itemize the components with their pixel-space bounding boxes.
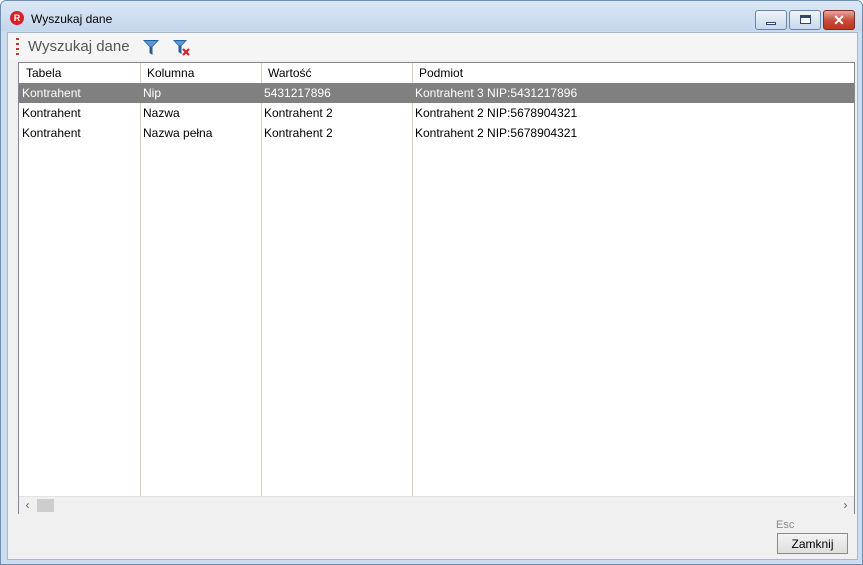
dialog-content: Wyszukaj dane Tabela Kolumna Wartość Pod…	[7, 32, 858, 560]
cell-kolumna: Nazwa	[143, 106, 180, 120]
title-bar[interactable]: R Wyszukaj dane ✕	[1, 1, 862, 31]
scroll-right-icon[interactable]: ›	[837, 497, 854, 514]
column-header-kolumna[interactable]: Kolumna	[140, 63, 261, 83]
window-title: Wyszukaj dane	[31, 12, 113, 26]
scrollbar-thumb[interactable]	[37, 499, 54, 512]
clear-filter-icon[interactable]	[172, 39, 190, 56]
shortcut-hint: Esc	[776, 519, 795, 531]
maximize-icon	[800, 15, 811, 24]
filter-icon[interactable]	[142, 39, 160, 56]
close-window-button[interactable]: ✕	[823, 10, 855, 30]
cell-tabela: Kontrahent	[22, 106, 81, 120]
cell-podmiot: Kontrahent 2 NIP:5678904321	[415, 106, 578, 120]
toolbar-grip-icon[interactable]	[16, 38, 19, 55]
cell-tabela: Kontrahent	[22, 126, 81, 140]
toolbar-title: Wyszukaj dane	[28, 38, 130, 55]
app-logo-icon: R	[10, 11, 24, 25]
cell-kolumna: Nip	[143, 86, 162, 100]
cell-wartosc: 5431217896	[264, 86, 331, 100]
toolbar: Wyszukaj dane	[8, 33, 857, 60]
cell-wartosc: Kontrahent 2	[264, 106, 333, 120]
maximize-button[interactable]	[789, 10, 821, 30]
cell-podmiot: Kontrahent 2 NIP:5678904321	[415, 126, 578, 140]
dialog-window: R Wyszukaj dane ✕ Wyszukaj dane Tabela K…	[0, 0, 863, 565]
column-header-wartosc[interactable]: Wartość	[261, 63, 412, 83]
horizontal-scrollbar[interactable]: ‹ ›	[19, 496, 854, 514]
results-grid[interactable]: Tabela Kolumna Wartość Podmiot Kontrahen…	[18, 62, 855, 514]
cell-kolumna: Nazwa pełna	[143, 126, 213, 140]
minimize-button[interactable]	[755, 10, 787, 30]
column-header-podmiot[interactable]: Podmiot	[412, 63, 854, 83]
table-row[interactable]: Kontrahent Nip 5431217896 Kontrahent 3 N…	[19, 83, 854, 103]
cell-podmiot: Kontrahent 3 NIP:5431217896	[415, 86, 578, 100]
cell-tabela: Kontrahent	[22, 86, 81, 100]
column-header-tabela[interactable]: Tabela	[19, 63, 140, 83]
grid-header: Tabela Kolumna Wartość Podmiot	[19, 63, 854, 84]
close-button[interactable]: Zamknij	[777, 533, 848, 554]
table-row[interactable]: Kontrahent Nazwa Kontrahent 2 Kontrahent…	[19, 103, 854, 123]
minimize-icon	[766, 22, 776, 25]
cell-wartosc: Kontrahent 2	[264, 126, 333, 140]
scroll-left-icon[interactable]: ‹	[19, 497, 36, 514]
table-row[interactable]: Kontrahent Nazwa pełna Kontrahent 2 Kont…	[19, 123, 854, 143]
close-icon: ✕	[833, 12, 845, 28]
